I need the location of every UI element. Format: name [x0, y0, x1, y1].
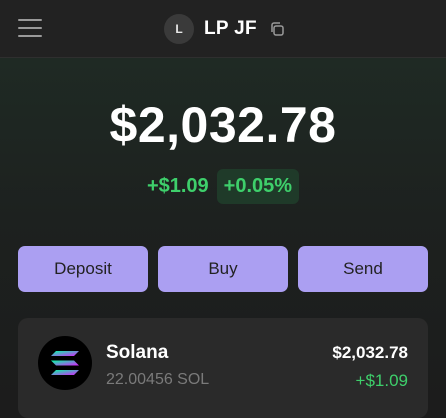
copy-icon[interactable] [269, 21, 285, 37]
token-balance: 22.00456 SOL [106, 371, 210, 388]
token-change: +$1.09 [355, 371, 408, 390]
solana-logo-icon [38, 336, 92, 390]
account-switcher[interactable]: L LP JF [164, 13, 285, 45]
portfolio-change: +$1.09 +0.05% [0, 169, 446, 204]
change-amount: +$1.09 [146, 175, 209, 197]
avatar[interactable]: L [164, 14, 194, 44]
wallet-home: $2,032.78 +$1.09 +0.05% Deposit Buy Send… [0, 58, 446, 418]
action-buttons: Deposit Buy Send [18, 246, 428, 292]
buy-button[interactable]: Buy [158, 246, 288, 292]
deposit-button[interactable]: Deposit [18, 246, 148, 292]
top-bar: L LP JF [0, 0, 446, 58]
token-value: $2,032.78 [332, 343, 408, 362]
hamburger-menu-icon[interactable] [18, 19, 42, 39]
account-name[interactable]: LP JF [204, 18, 257, 40]
send-button[interactable]: Send [298, 246, 428, 292]
change-percent-badge: +0.05% [216, 169, 300, 204]
token-row-solana[interactable]: Solana 22.00456 SOL $2,032.78 +$1.09 [18, 318, 428, 418]
portfolio-balance: $2,032.78 [109, 97, 337, 153]
token-name: Solana [106, 342, 169, 363]
